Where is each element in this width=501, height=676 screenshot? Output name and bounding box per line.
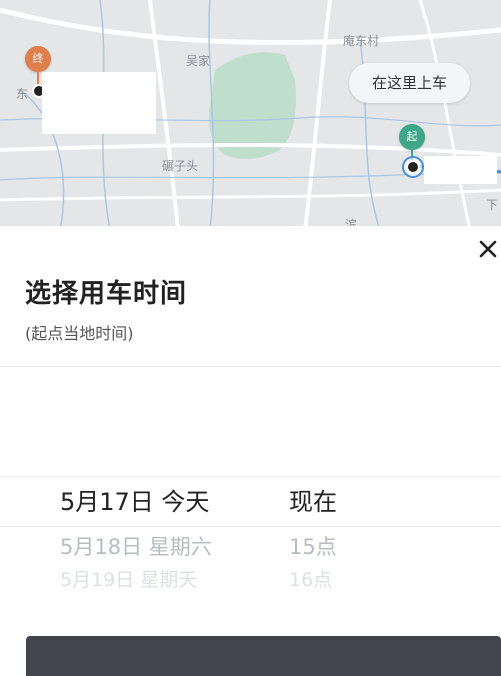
end-pin-icon: 终 xyxy=(25,46,51,72)
map-label-dong: 东 xyxy=(16,87,29,101)
picker-row-next[interactable]: 5月18日 星期六 15点 xyxy=(0,530,501,564)
time-picker-sheet: 选择用车时间 (起点当地时间) 5月17日 今天 现在 5月18日 星期六 15… xyxy=(0,226,501,676)
confirm-button[interactable] xyxy=(26,636,501,676)
redacted-start-address xyxy=(424,156,497,184)
picker-row-selected[interactable]: 5月17日 今天 现在 xyxy=(0,482,501,522)
picker-time-next2[interactable]: 16点 xyxy=(289,570,332,590)
picker-highlight-top xyxy=(0,476,501,477)
sheet-title: 选择用车时间 xyxy=(25,279,188,309)
close-icon[interactable] xyxy=(477,238,499,260)
map-label-bianzitou: 碾子头 xyxy=(162,159,199,173)
divider-top xyxy=(0,366,501,367)
picker-time-selected[interactable]: 现在 xyxy=(289,482,337,522)
picker-highlight-bottom xyxy=(0,526,501,527)
pickup-here-bubble[interactable]: 在这里上车 xyxy=(349,63,470,103)
map-label-yandongcun: 庵东村 xyxy=(343,34,380,48)
picker-date-next2[interactable]: 5月19日 星期天 xyxy=(60,570,197,590)
sheet-subtitle: (起点当地时间) xyxy=(25,324,134,343)
start-pin-icon: 起 xyxy=(399,124,425,150)
picker-date-selected[interactable]: 5月17日 今天 xyxy=(60,482,209,522)
redacted-end-address xyxy=(42,72,156,134)
start-location-dot xyxy=(406,160,420,174)
map-label-wujia: 吴家 xyxy=(186,54,211,68)
picker-time-next[interactable]: 15点 xyxy=(289,530,337,564)
map-label-xia: 下 xyxy=(486,198,499,212)
picker-date-next[interactable]: 5月18日 星期六 xyxy=(60,530,212,564)
map-view[interactable]: 吴家 庵东村 碾子头 东 下 滨 终 起 在这里上车 xyxy=(0,0,501,230)
picker-row-next2[interactable]: 5月19日 星期天 16点 xyxy=(0,570,501,590)
